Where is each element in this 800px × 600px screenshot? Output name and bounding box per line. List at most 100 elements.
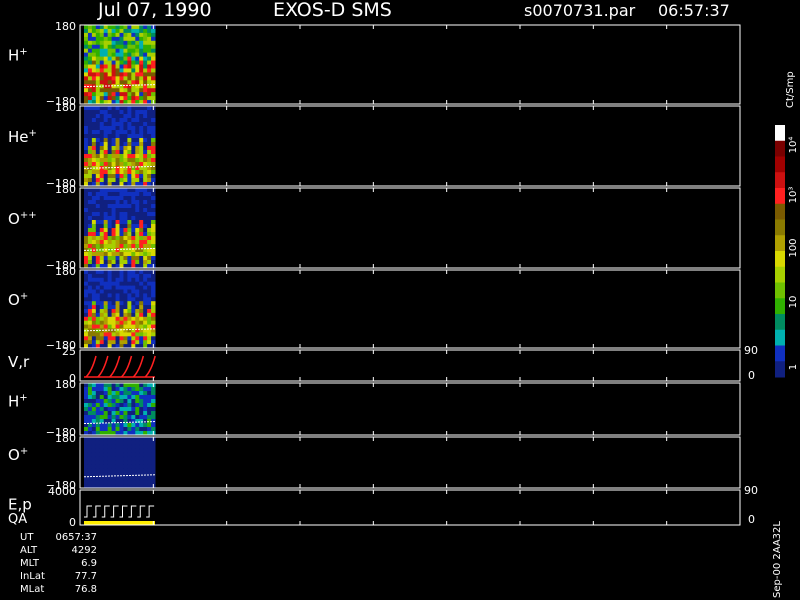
spectrogram-cell (95, 178, 101, 183)
spectrogram-cell (103, 407, 109, 412)
velocity-trace (85, 355, 97, 378)
spectrogram-cell (91, 480, 97, 485)
spectrogram-cell (107, 188, 113, 193)
spectrogram-cell (131, 297, 136, 302)
spectrogram-cell (143, 200, 148, 205)
spectrogram-cell (127, 228, 132, 233)
spectrogram-cell (103, 200, 109, 205)
spectrogram-cell (139, 444, 144, 450)
spectrogram-cell (99, 64, 105, 69)
spectrogram-cell (111, 96, 117, 101)
spectrogram-cell (91, 324, 97, 329)
spectrogram-cell (123, 260, 128, 265)
spectrogram-cell (107, 289, 113, 294)
spectrogram-cell (95, 448, 101, 454)
spectrogram-cell (91, 196, 97, 201)
spectrogram-cell (111, 309, 117, 314)
spectrogram-cell (115, 395, 120, 400)
spectrogram-cell (123, 305, 128, 310)
footer-label: InLat (20, 571, 45, 582)
spectrogram-cell (123, 220, 128, 225)
spectrogram-cell (119, 200, 124, 205)
spectrogram-cell (91, 289, 97, 294)
spectrogram-cell (119, 407, 124, 412)
spectrogram-cell (115, 196, 120, 201)
spectrogram-cell (115, 114, 120, 119)
spectrogram-cell (135, 297, 140, 302)
spectrogram-cell (123, 415, 128, 420)
spectrogram-cell (119, 170, 124, 175)
spectrogram-cell (95, 122, 101, 127)
spectrogram-cell (111, 468, 117, 473)
spectrogram-cell (115, 36, 120, 42)
spectrogram-cell (115, 309, 120, 314)
spectrogram-cell (119, 340, 124, 345)
spectrogram-cell (127, 340, 132, 345)
colorbar: 10⁴10³100101 (775, 125, 799, 378)
spectrogram-cell (135, 452, 140, 458)
spectrogram-cell (127, 192, 132, 197)
spectrogram-cell (111, 411, 117, 416)
spectrogram-cell (103, 224, 109, 229)
spectrogram-cell (135, 122, 140, 127)
spectrogram-cell (84, 188, 89, 193)
spectrogram-cell (99, 437, 105, 442)
spectrogram-cell (95, 464, 101, 469)
spectrogram-cell (139, 130, 144, 135)
spectrogram-cell (115, 52, 120, 58)
spectrogram-cell (131, 146, 136, 151)
spectrogram-cell (151, 312, 156, 318)
spectrogram-cell (95, 305, 101, 310)
spectrogram-cell (84, 468, 89, 473)
spectrogram-cell (99, 196, 105, 201)
spectrogram-cell (87, 142, 93, 147)
spectrogram-cell (111, 130, 117, 135)
spectrogram-cell (87, 309, 93, 314)
spectrogram-cell (127, 415, 132, 420)
spectrogram-cell (103, 391, 109, 396)
spectrogram-cell (91, 301, 97, 306)
spectrogram-cell (143, 273, 148, 279)
spectrogram-cell (135, 200, 140, 205)
spectrogram-cell (123, 387, 128, 392)
spectrogram-cell (84, 170, 89, 175)
spectrogram-cell (139, 170, 144, 175)
spectrogram-cell (87, 437, 93, 442)
spectrogram-cell (91, 25, 97, 30)
spectrogram-cell (87, 25, 93, 30)
spectrogram-cell (119, 220, 124, 225)
spectrogram-cell (127, 312, 132, 318)
spectrogram-cell (84, 64, 89, 69)
spectrogram-cell (107, 25, 113, 30)
spectrogram-cell (103, 332, 109, 337)
spectrogram-cell (87, 452, 93, 458)
spectrogram-cell (151, 452, 156, 458)
spectrogram-cell (111, 92, 117, 97)
spectrogram-cell (147, 232, 152, 237)
y-max-label: 180 (55, 378, 76, 391)
spectrogram-cell (139, 114, 144, 119)
spectrogram-cell (151, 134, 156, 139)
spectrogram-cell (103, 106, 109, 111)
spectrogram-cell (87, 316, 93, 322)
spectrogram-cell (84, 106, 89, 111)
spectrogram-cell (87, 212, 93, 217)
spectrogram-cell (139, 106, 144, 111)
spectrogram-cell (111, 142, 117, 147)
spectrogram-cell (115, 456, 120, 462)
spectrogram-cell (87, 340, 93, 345)
spectrogram-cell (143, 277, 148, 283)
spectrogram-cell (103, 40, 109, 46)
spectrogram-cell (84, 444, 89, 450)
spectrogram-cell (99, 320, 105, 326)
spectrogram-cell (135, 285, 140, 290)
spectrogram-cell (87, 244, 93, 249)
spectrogram-cell (95, 126, 101, 131)
spectrogram-cell (111, 200, 117, 205)
spectrogram-cell (84, 332, 89, 337)
spectrogram-cell (139, 32, 144, 38)
spectrogram-cell (131, 383, 136, 388)
velocity-trace (109, 355, 121, 378)
spectrogram-cell (103, 162, 109, 167)
spectrogram-cell (135, 423, 140, 428)
